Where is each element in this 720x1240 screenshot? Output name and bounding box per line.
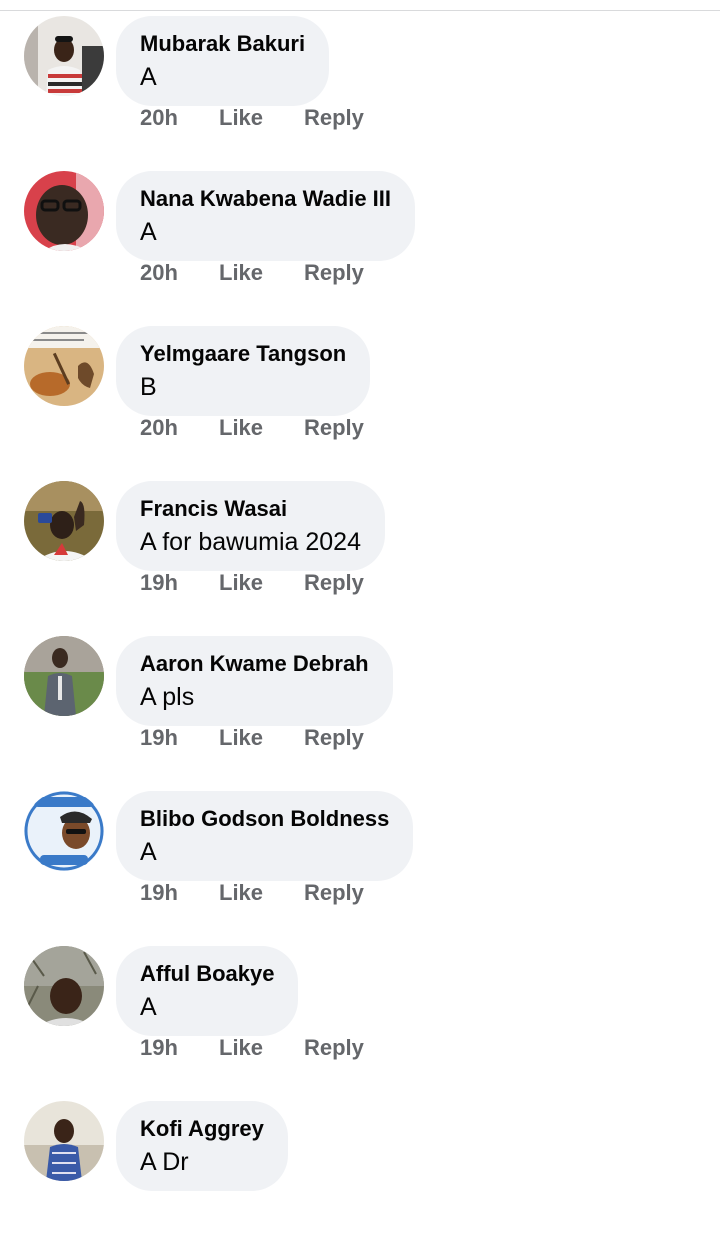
comment-text: A [140,63,157,91]
comment-bubble: Yelmgaare Tangson B [116,326,371,416]
comment-author[interactable]: Francis Wasai [140,495,361,523]
like-button[interactable]: Like [219,1033,263,1063]
like-button[interactable]: Like [219,568,263,598]
comment-item: Mubarak Bakuri A 20h Like Reply [0,0,720,155]
avatar[interactable] [24,481,104,561]
comment-item: Yelmgaare Tangson B 20h Like Reply [0,310,720,465]
comment-item: Nana Kwabena Wadie III A 20h Like Reply [0,155,720,310]
comment-time[interactable]: 19h [140,1033,178,1063]
like-button[interactable]: Like [219,103,263,133]
reply-button[interactable]: Reply [304,878,364,908]
comment-author[interactable]: Blibo Godson Boldness [140,805,389,833]
comment-author[interactable]: Aaron Kwame Debrah [140,650,369,678]
comment-text: B [140,373,157,401]
comment-time[interactable]: 19h [140,568,178,598]
comment-author[interactable]: Mubarak Bakuri [140,30,305,58]
comment-bubble: Mubarak Bakuri A [116,16,330,106]
comment-item: Blibo Godson Boldness A 19h Like Reply [0,775,720,930]
comment-item: Kofi Aggrey A Dr [0,1085,720,1240]
comment-text: A for bawumia 2024 [140,528,361,556]
comment-bubble: Nana Kwabena Wadie III A [116,171,416,261]
reply-button[interactable]: Reply [304,258,364,288]
reply-button[interactable]: Reply [304,413,364,443]
comment-author[interactable]: Kofi Aggrey [140,1115,264,1143]
comment-text: A [140,838,157,866]
comment-text: A [140,993,157,1021]
comment-text: A Dr [140,1148,189,1176]
comment-text: A pls [140,683,195,711]
comment-author[interactable]: Yelmgaare Tangson [140,340,346,368]
avatar[interactable] [24,636,104,716]
comment-item: Francis Wasai A for bawumia 2024 19h Lik… [0,465,720,620]
comment-time[interactable]: 19h [140,878,178,908]
avatar[interactable] [24,791,104,871]
comment-time[interactable]: 19h [140,723,178,753]
avatar[interactable] [24,326,104,406]
comment-bubble: Blibo Godson Boldness A [116,791,414,881]
comment-time[interactable]: 20h [140,258,178,288]
comment-bubble: Afful Boakye A [116,946,299,1036]
comment-time[interactable]: 20h [140,103,178,133]
like-button[interactable]: Like [219,258,263,288]
avatar[interactable] [24,946,104,1026]
avatar[interactable] [24,1101,104,1181]
comment-item: Aaron Kwame Debrah A pls 19h Like Reply [0,620,720,775]
comment-bubble: Kofi Aggrey A Dr [116,1101,288,1191]
reply-button[interactable]: Reply [304,723,364,753]
reply-button[interactable]: Reply [304,103,364,133]
avatar[interactable] [24,171,104,251]
like-button[interactable]: Like [219,723,263,753]
avatar[interactable] [24,16,104,96]
comment-text: A [140,218,157,246]
reply-button[interactable]: Reply [304,568,364,598]
comment-author[interactable]: Nana Kwabena Wadie III [140,185,391,213]
like-button[interactable]: Like [219,413,263,443]
comment-item: Afful Boakye A 19h Like Reply [0,930,720,1085]
comment-bubble: Francis Wasai A for bawumia 2024 [116,481,385,571]
reply-button[interactable]: Reply [304,1033,364,1063]
like-button[interactable]: Like [219,878,263,908]
comment-bubble: Aaron Kwame Debrah A pls [116,636,393,726]
comment-author[interactable]: Afful Boakye [140,960,274,988]
comment-time[interactable]: 20h [140,413,178,443]
